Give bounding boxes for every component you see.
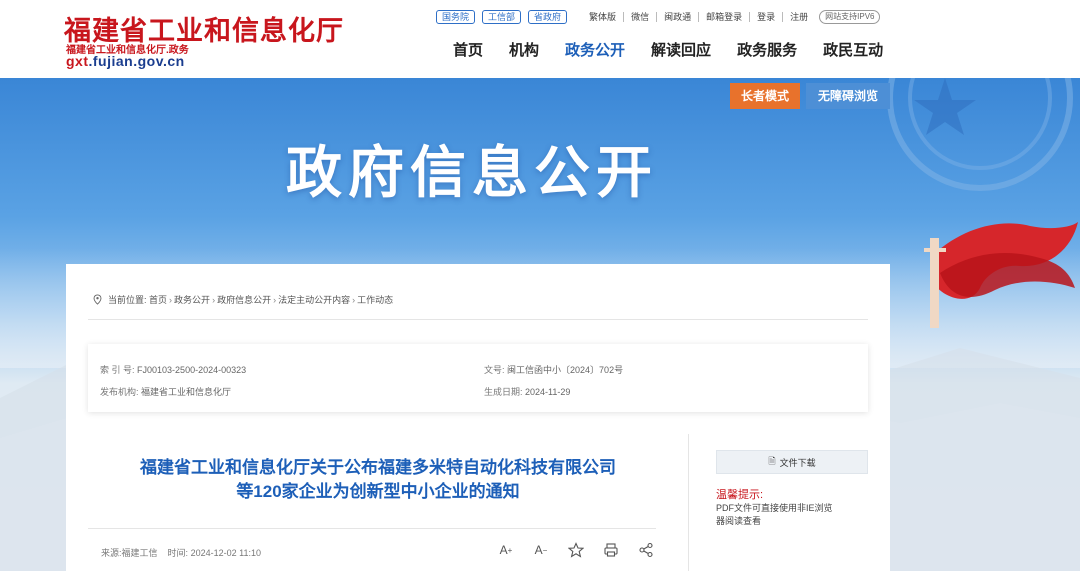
ipv6-badge: 网站支持IPV6 xyxy=(819,9,881,24)
nav-item-home[interactable]: 首页 xyxy=(453,39,483,60)
tip-title: 温馨提示: xyxy=(716,489,764,501)
link-minzhengtong[interactable]: 闽政通 xyxy=(657,11,700,22)
breadcrumb-label: 当前位置: xyxy=(108,295,147,305)
article-title-line2: 等120家企业为创新型中小企业的通知 xyxy=(236,482,520,501)
nav-item-gov-affairs-open[interactable]: 政务公开 xyxy=(565,39,625,60)
breadcrumb-statutory-content[interactable]: 法定主动公开内容 xyxy=(278,293,350,306)
file-download-button[interactable]: 🗎 文件下载 xyxy=(716,450,868,474)
title-divider xyxy=(88,528,656,529)
star-emblem-icon xyxy=(887,78,1073,191)
link-state-council[interactable]: 国务院 xyxy=(436,9,476,24)
chevron-right-icon: › xyxy=(273,294,277,305)
article-source-line: 来源:福建工信 时间: 2024-12-02 11:10 xyxy=(101,548,261,558)
nav-item-interaction[interactable]: 政民互动 xyxy=(823,39,883,60)
breadcrumb-home[interactable]: 首页 xyxy=(149,293,167,306)
meta-publisher: 发布机构: 福建省工业和信息化厅 xyxy=(100,387,232,397)
nav-item-interpretation[interactable]: 解读回应 xyxy=(651,39,711,60)
meta-doc-no: 文号: 闽工信函中小〔2024〕702号 xyxy=(484,365,624,375)
star-favorite-icon[interactable] xyxy=(568,542,584,558)
red-flag-huabiao-icon xyxy=(924,222,1078,328)
accessible-browse-button[interactable]: 无障碍浏览 xyxy=(806,83,890,109)
chevron-right-icon: › xyxy=(169,294,173,305)
breadcrumb-divider xyxy=(88,319,868,320)
article-title-line1: 福建省工业和信息化厅关于公布福建多米特自动化科技有限公司 xyxy=(140,458,616,477)
font-decrease-icon[interactable]: A − xyxy=(533,542,549,558)
banner-title: 政府信息公开 xyxy=(286,141,658,204)
column-separator xyxy=(688,434,689,571)
article-toolbar: A + A − xyxy=(498,542,673,558)
meta-date: 生成日期: 2024-11-29 xyxy=(484,387,571,397)
nav-item-gov-service[interactable]: 政务服务 xyxy=(737,39,797,60)
meta-index-no: 索 引 号: FJ00103-2500-2024-00323 xyxy=(100,365,247,375)
location-pin-icon xyxy=(93,294,102,305)
main-nav: 首页 机构 政务公开 解读回应 政务服务 政民互动 xyxy=(440,39,896,60)
breadcrumb-gov-info-open[interactable]: 政府信息公开 xyxy=(217,293,271,306)
article-title: 福建省工业和信息化厅关于公布福建多米特自动化科技有限公司 等120家企业为创新型… xyxy=(88,456,668,504)
link-wechat[interactable]: 微信 xyxy=(624,11,658,22)
elder-mode-button[interactable]: 长者模式 xyxy=(730,83,800,109)
chevron-right-icon: › xyxy=(212,294,216,305)
nav-item-organization[interactable]: 机构 xyxy=(509,39,539,60)
link-miit[interactable]: 工信部 xyxy=(482,9,522,24)
breadcrumb: 当前位置: 首页 › 政务公开 › 政府信息公开 › 法定主动公开内容 › 工作动态 xyxy=(92,293,393,306)
breadcrumb-gov-affairs-open[interactable]: 政务公开 xyxy=(174,293,210,306)
site-domain-rest: .fujian.gov.cn xyxy=(88,53,185,69)
site-domain: gxt.fujian.gov.cn xyxy=(66,53,185,69)
link-mail-login[interactable]: 邮箱登录 xyxy=(699,11,751,22)
link-login[interactable]: 登录 xyxy=(750,11,784,22)
content-card: 当前位置: 首页 › 政务公开 › 政府信息公开 › 法定主动公开内容 › 工作动态 索… xyxy=(66,264,890,571)
print-icon[interactable] xyxy=(603,542,619,558)
top-links-bar: 国务院 工信部 省政府 繁体版 微信 闽政通 邮箱登录 登录 注册 网站支持IP… xyxy=(436,9,881,24)
link-register[interactable]: 注册 xyxy=(783,12,815,22)
link-traditional-chinese[interactable]: 繁体版 xyxy=(582,11,625,22)
link-provincial-gov[interactable]: 省政府 xyxy=(528,9,568,24)
site-domain-prefix: gxt xyxy=(66,53,89,69)
document-icon: 🗎 xyxy=(768,456,776,466)
font-increase-icon[interactable]: A + xyxy=(498,542,514,558)
document-meta-box: 索 引 号: FJ00103-2500-2024-00323 文号: 闽工信函中… xyxy=(88,344,868,412)
tip-text: PDF文件可直接使用非IE浏览器阅读查看 xyxy=(716,503,833,526)
chevron-right-icon: › xyxy=(352,294,356,305)
breadcrumb-work-news[interactable]: 工作动态 xyxy=(357,293,393,306)
file-download-label: 文件下载 xyxy=(779,457,816,468)
share-icon[interactable] xyxy=(638,542,654,558)
site-header: 福建省工业和信息化厅 福建省工业和信息化厅.政务 gxt.fujian.gov.… xyxy=(0,0,1080,78)
